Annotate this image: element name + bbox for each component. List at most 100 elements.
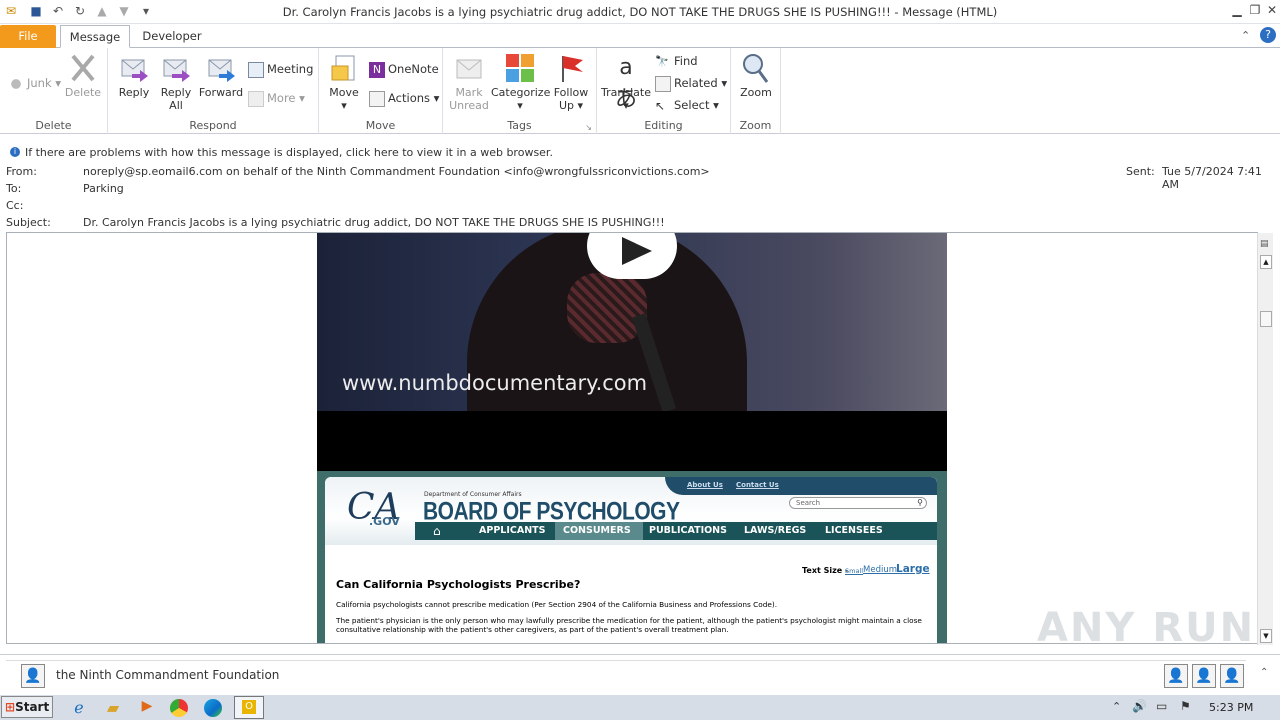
mark-unread-button[interactable]: Mark Unread	[449, 52, 489, 112]
junk-label: Junk	[27, 76, 52, 90]
split-pane-icon[interactable]: ▤	[1260, 239, 1269, 249]
action-center-flag-icon[interactable]: ⚑	[1180, 699, 1191, 713]
help-icon[interactable]: ?	[1260, 27, 1276, 43]
info-icon: i	[10, 147, 20, 157]
from-label: From:	[6, 165, 37, 178]
text-size-small[interactable]: Small	[845, 567, 863, 575]
video-thumbnail[interactable]: www.numbdocumentary.com	[317, 233, 947, 411]
respond-group-label: Respond	[189, 119, 237, 132]
people-pane-divider	[6, 660, 1246, 661]
reply-icon	[121, 59, 148, 82]
categorize-icon	[506, 54, 534, 82]
follow-label-2: Up	[558, 99, 574, 112]
related-button[interactable]: Related ▾	[655, 74, 727, 92]
file-explorer-icon[interactable]: ▰	[102, 698, 124, 718]
text-size-large[interactable]: Large	[896, 563, 930, 575]
about-us-link[interactable]: About Us	[687, 481, 723, 489]
outlook-taskbar-button[interactable]: O	[234, 696, 264, 719]
vertical-scrollbar[interactable]: ▤ ▲ ▼	[1257, 233, 1273, 645]
follow-label-1: Follow	[553, 86, 589, 99]
contact-avatar-icon[interactable]: 👤	[21, 664, 45, 688]
scroll-thumb[interactable]	[1260, 311, 1272, 327]
select-button[interactable]: ↖ Select ▾	[655, 96, 719, 114]
site-search-placeholder: Search	[796, 499, 821, 507]
text-size-medium[interactable]: Medium	[863, 565, 897, 575]
home-icon[interactable]: ⌂	[433, 524, 441, 538]
internet-explorer-icon[interactable]: ℯ	[68, 698, 90, 718]
categorize-button[interactable]: Categorize ▾	[491, 52, 550, 112]
site-search-icon[interactable]: ⚲	[917, 498, 923, 507]
to-value[interactable]: Parking	[83, 182, 124, 195]
ribbon: Junk ▾ Delete Delete Reply Reply All Forw…	[0, 48, 1280, 134]
clock[interactable]: 5:23 PM	[1209, 701, 1253, 714]
meeting-button[interactable]: Meeting	[248, 60, 313, 78]
move-icon	[331, 55, 355, 81]
expand-people-pane-icon[interactable]: ⌃	[1260, 667, 1268, 678]
close-button[interactable]: ✕	[1263, 2, 1280, 18]
person-thumb-icon[interactable]: 👤	[1220, 664, 1244, 688]
play-button[interactable]	[587, 233, 677, 279]
to-label: To:	[6, 182, 22, 195]
contact-us-link[interactable]: Contact Us	[736, 481, 779, 489]
title-bar: ✉ ■ ↶ ↻ ▲ ▼ ▾ Dr. Carolyn Francis Jacobs…	[0, 0, 1280, 24]
article-paragraph-2a: The patient's physician is the only pers…	[336, 616, 922, 625]
onenote-button[interactable]: N OneNote	[369, 60, 439, 78]
zoom-group: Zoom Zoom	[731, 48, 781, 134]
site-frame: About Us Contact Us CA .GOV Department o…	[325, 477, 937, 643]
volume-icon[interactable]: 🔊	[1132, 699, 1147, 713]
reply-all-button[interactable]: Reply All	[158, 52, 194, 112]
nav-applicants[interactable]: APPLICANTS	[479, 525, 545, 536]
taskbar: ⊞Start ℯ ▰ ▶ O ⌃ 🔊 ▭ ⚑ 5:23 PM	[0, 694, 1280, 720]
show-hidden-icons-icon[interactable]: ⌃	[1112, 700, 1121, 713]
editing-group: aあ Translate ▾ 🔭 Find Related ▾ ↖ Select ▾ …	[597, 48, 731, 134]
translate-button[interactable]: aあ Translate ▾	[601, 52, 651, 112]
reply-button[interactable]: Reply	[116, 52, 152, 99]
restore-button[interactable]: ❐	[1246, 2, 1264, 18]
forward-button[interactable]: Forward	[198, 52, 244, 99]
onenote-label: OneNote	[388, 62, 439, 76]
psychology-board-screenshot[interactable]: About Us Contact Us CA .GOV Department o…	[317, 471, 947, 643]
person-thumb-icon[interactable]: 👤	[1192, 664, 1216, 688]
contact-name[interactable]: the Ninth Commandment Foundation	[56, 668, 279, 682]
site-search-input[interactable]: Search ⚲	[789, 497, 927, 509]
actions-button[interactable]: Actions ▾	[369, 89, 439, 107]
nav-licensees[interactable]: LICENSEES	[825, 525, 883, 536]
find-label: Find	[674, 54, 698, 68]
find-button[interactable]: 🔭 Find	[655, 52, 698, 70]
person-thumb-icon[interactable]: 👤	[1164, 664, 1188, 688]
delete-group: Junk ▾ Delete Delete	[0, 48, 108, 134]
nav-laws-regs[interactable]: LAWS/REGS	[744, 525, 806, 536]
video-url-overlay: www.numbdocumentary.com	[342, 371, 648, 395]
nav-consumers[interactable]: CONSUMERS	[563, 525, 631, 536]
media-player-icon[interactable]: ▶	[136, 698, 158, 718]
scroll-down-icon[interactable]: ▼	[1260, 629, 1272, 643]
network-icon[interactable]: ▭	[1156, 699, 1167, 713]
editing-group-label: Editing	[644, 119, 683, 132]
junk-button[interactable]: Junk ▾	[8, 74, 61, 92]
tab-file[interactable]: File	[0, 25, 56, 48]
edge-icon[interactable]	[204, 699, 222, 717]
reply-all-label-1: Reply	[160, 86, 192, 99]
minimize-button[interactable]: ▁	[1228, 2, 1246, 18]
info-bar-text[interactable]: If there are problems with how this mess…	[25, 146, 553, 159]
start-button[interactable]: ⊞Start	[1, 696, 53, 718]
from-value[interactable]: noreply@sp.eomail6.com on behalf of the …	[83, 165, 710, 178]
tab-message[interactable]: Message	[60, 25, 130, 48]
tab-developer[interactable]: Developer	[136, 25, 208, 48]
message-body[interactable]: www.numbdocumentary.com About Us Contact…	[6, 232, 1258, 644]
ribbon-tabs: File Message Developer ⌃ ?	[0, 24, 1280, 48]
more-button[interactable]: More ▾	[248, 89, 305, 107]
delete-button[interactable]: Delete	[64, 52, 102, 99]
scroll-up-icon[interactable]: ▲	[1260, 255, 1272, 269]
dept-label: Department of Consumer Affairs	[424, 491, 522, 498]
gov-logo-text: .GOV	[369, 515, 400, 528]
delete-icon	[71, 54, 95, 82]
move-button[interactable]: Move ▾	[325, 52, 363, 112]
nav-publications[interactable]: PUBLICATIONS	[649, 525, 727, 536]
zoom-button[interactable]: Zoom	[737, 52, 775, 99]
follow-up-button[interactable]: Follow Up ▾	[551, 52, 591, 112]
chrome-icon[interactable]	[170, 699, 188, 717]
info-bar[interactable]: i If there are problems with how this me…	[0, 143, 1280, 161]
ribbon-collapse-icon[interactable]: ⌃	[1241, 29, 1250, 42]
zoom-label: Zoom	[740, 86, 772, 99]
